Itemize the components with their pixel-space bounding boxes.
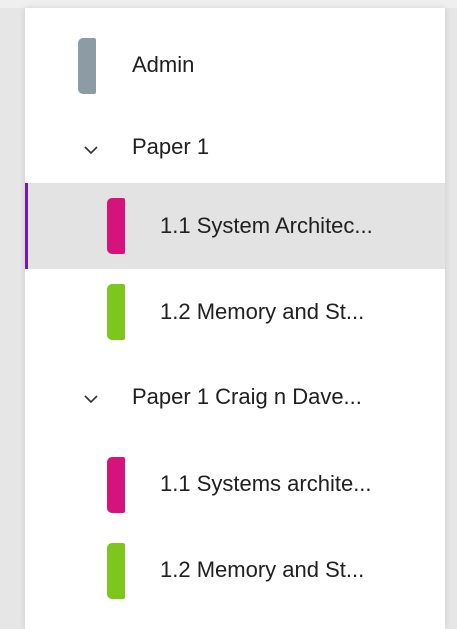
section-label: 1.1 Systems archite... bbox=[160, 471, 372, 496]
section-label: 1.2 Memory and St... bbox=[160, 299, 365, 324]
section-label: 1.1 System Architec... bbox=[160, 213, 373, 238]
section-label: Admin bbox=[132, 52, 195, 77]
section-item-memory-and-storage[interactable]: 1.2 Memory and St... bbox=[25, 269, 445, 355]
section-item-admin[interactable]: Admin bbox=[25, 22, 445, 108]
notebook-section-list: Admin Paper 1 1.1 System Architec... 1.2… bbox=[0, 0, 457, 629]
group-label: Paper 1 bbox=[132, 134, 210, 159]
section-tab-icon bbox=[107, 284, 125, 340]
section-tab-icon bbox=[78, 38, 96, 94]
section-item-memory-and-storage-2[interactable]: 1.2 Memory and St... bbox=[25, 527, 445, 613]
section-item-system-architecture[interactable]: 1.1 System Architec... bbox=[25, 183, 445, 269]
section-panel: Admin Paper 1 1.1 System Architec... 1.2… bbox=[25, 8, 445, 629]
section-tab-icon bbox=[107, 198, 125, 254]
section-tab-icon bbox=[107, 457, 125, 513]
section-tab-icon bbox=[107, 543, 125, 599]
chevron-down-icon[interactable] bbox=[83, 391, 99, 407]
section-label: 1.2 Memory and St... bbox=[160, 557, 365, 582]
group-label: Paper 1 Craig n Dave... bbox=[132, 384, 362, 409]
section-group-paper-1-craig-n-dave[interactable]: Paper 1 Craig n Dave... bbox=[25, 355, 445, 441]
top-strip bbox=[0, 0, 457, 8]
section-item-systems-architecture[interactable]: 1.1 Systems archite... bbox=[25, 441, 445, 527]
section-group-paper-1[interactable]: Paper 1 bbox=[25, 106, 445, 192]
chevron-down-icon[interactable] bbox=[83, 142, 99, 158]
